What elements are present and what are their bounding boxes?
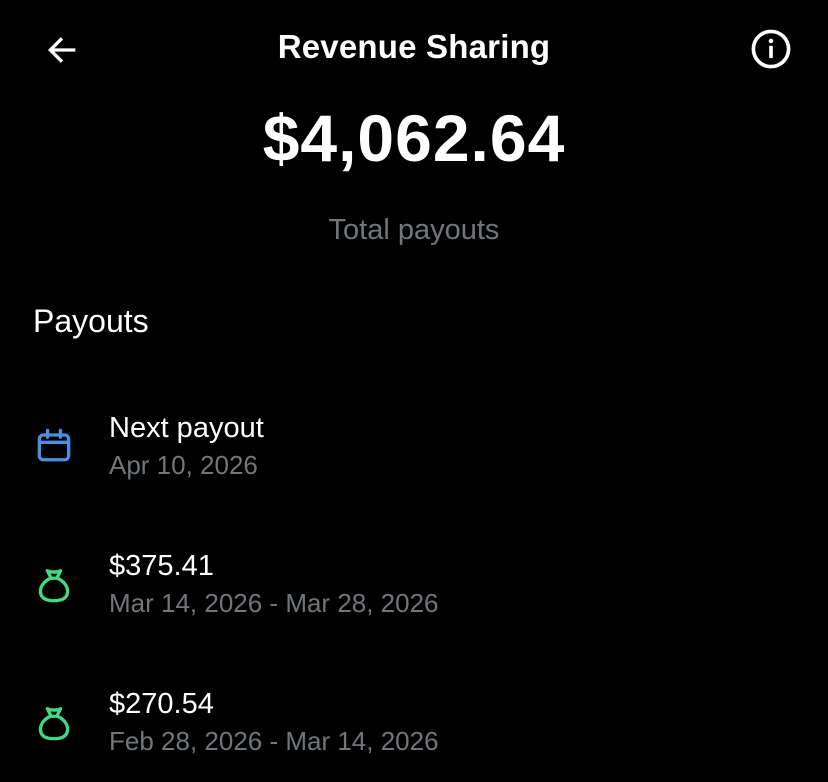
payout-date: Apr 10, 2026	[109, 450, 258, 480]
total-payouts-amount: $4,062.64	[262, 101, 566, 175]
money-bag-icon	[32, 563, 76, 607]
header: Revenue Sharing	[0, 0, 828, 100]
money-bag-icon	[32, 701, 76, 745]
list-item-payout[interactable]: $375.41 Mar 14, 2026 - Mar 28, 2026	[0, 550, 828, 640]
payout-title: Next payout	[109, 412, 264, 444]
list-item-payout[interactable]: $270.54 Feb 28, 2026 - Mar 14, 2026	[0, 688, 828, 778]
payout-amount: $270.54	[109, 688, 214, 720]
payout-date-range: Mar 14, 2026 - Mar 28, 2026	[109, 588, 439, 618]
payout-amount: $375.41	[109, 550, 214, 582]
payout-date-range: Feb 28, 2026 - Mar 14, 2026	[109, 726, 439, 756]
total-payouts-label: Total payouts	[328, 214, 500, 246]
info-button[interactable]	[746, 24, 796, 74]
payouts-heading: Payouts	[33, 303, 149, 339]
page-title: Revenue Sharing	[277, 28, 551, 65]
info-circle-icon	[751, 29, 791, 69]
list-item-next-payout[interactable]: Next payout Apr 10, 2026	[0, 412, 828, 502]
calendar-icon	[32, 424, 76, 468]
